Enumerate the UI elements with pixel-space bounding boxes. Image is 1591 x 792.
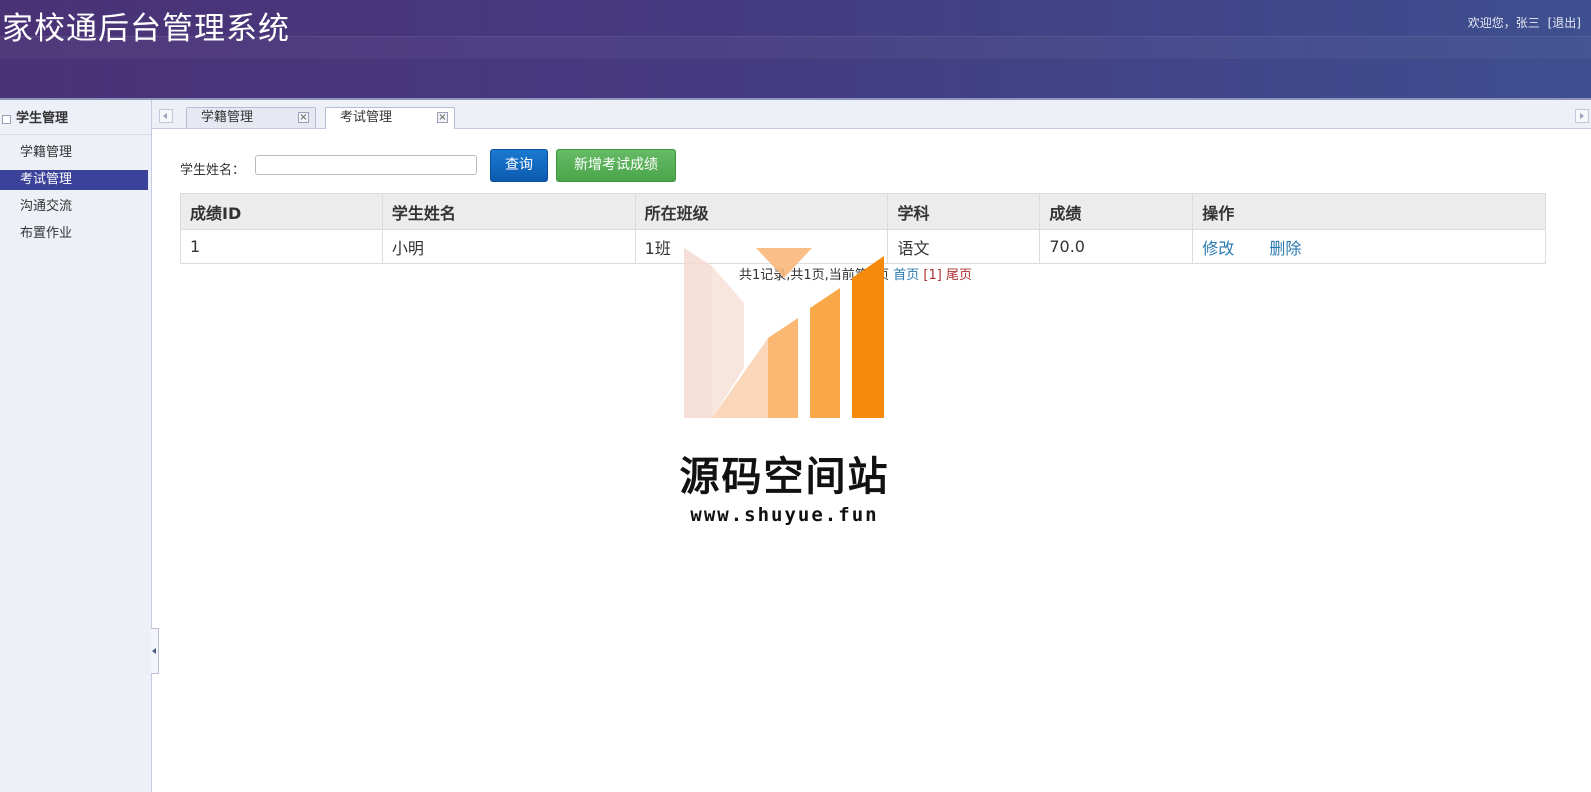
close-icon[interactable]: ×: [437, 112, 448, 123]
column-header: 操作: [1192, 193, 1546, 230]
query-button[interactable]: 查询: [490, 149, 548, 182]
sidebar-menu: 学籍管理 考试管理 沟通交流 布置作业: [0, 143, 151, 244]
watermark-name: 源码空间站: [679, 454, 890, 500]
column-header: 成绩: [1039, 193, 1194, 230]
cell-name: 小明: [381, 229, 636, 264]
tab-exam[interactable]: 考试管理 ×: [325, 107, 455, 129]
sidebar-item-homework[interactable]: 布置作业: [0, 224, 148, 244]
cell-score: 70.0: [1039, 229, 1194, 264]
column-header: 学科: [887, 193, 1041, 230]
add-exam-score-button[interactable]: 新增考试成绩: [556, 149, 676, 182]
tab-bar: 学籍管理 × 考试管理 ×: [152, 100, 1591, 129]
search-label: 学生姓名：: [180, 163, 246, 178]
column-header: 成绩ID: [180, 193, 383, 230]
sidebar-item-enrollment[interactable]: 学籍管理: [0, 143, 148, 163]
collapse-icon[interactable]: [2, 115, 11, 124]
column-header: 学生姓名: [381, 193, 636, 230]
last-page-link[interactable]: 尾页: [946, 268, 972, 283]
watermark: 源码空间站 www.shuyue.fun: [672, 248, 902, 538]
watermark-logo-icon: [684, 248, 884, 418]
cell-actions: 修改 删除: [1192, 229, 1546, 264]
logout-link[interactable]: [退出]: [1548, 16, 1581, 30]
tab-scroll-right-icon[interactable]: [1575, 109, 1589, 123]
user-area: 欢迎您，张三 [退出]: [1464, 14, 1581, 31]
current-page-indicator: [1]: [923, 268, 942, 283]
delete-link[interactable]: 删除: [1269, 239, 1301, 258]
sidebar-item-exam[interactable]: 考试管理: [0, 170, 148, 190]
edit-link[interactable]: 修改: [1202, 239, 1234, 258]
watermark-url: www.shuyue.fun: [690, 504, 879, 526]
app-header: 家校通后台管理系统 欢迎您，张三 [退出]: [0, 0, 1591, 100]
tab-enrollment[interactable]: 学籍管理 ×: [186, 107, 316, 128]
tab-label: 考试管理: [340, 110, 393, 125]
table-header-row: 成绩ID 学生姓名 所在班级 学科 成绩 操作: [180, 193, 1546, 230]
sidebar-item-communication[interactable]: 沟通交流: [0, 197, 148, 217]
app-title: 家校通后台管理系统: [2, 11, 290, 47]
close-icon[interactable]: ×: [298, 112, 309, 123]
tab-label: 学籍管理: [201, 110, 254, 125]
sidebar-group-title: 学生管理: [16, 111, 69, 126]
cell-subject: 语文: [887, 229, 1041, 264]
cell-id: 1: [180, 229, 383, 264]
sidebar: 学生管理 学籍管理 考试管理 沟通交流 布置作业: [0, 100, 152, 792]
sidebar-group-student-management[interactable]: 学生管理: [0, 100, 151, 135]
tab-scroll-left-icon[interactable]: [159, 109, 173, 123]
student-name-input[interactable]: [255, 155, 477, 175]
column-header: 所在班级: [634, 193, 889, 230]
welcome-text: 欢迎您，张三: [1467, 16, 1540, 30]
